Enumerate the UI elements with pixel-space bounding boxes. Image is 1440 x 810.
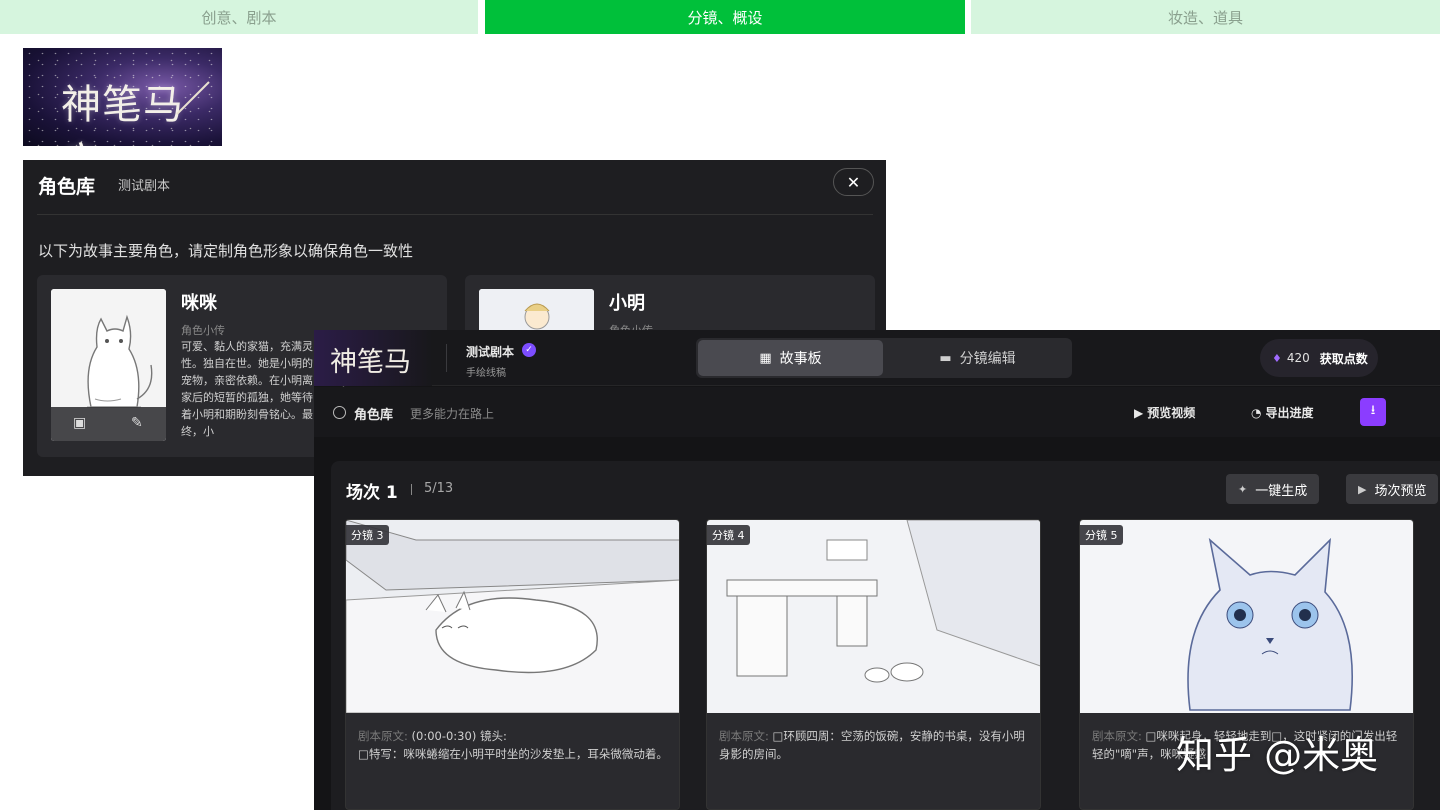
shot-badge: 分镜 4: [707, 525, 750, 545]
scene-title: 场次 1: [346, 483, 398, 503]
tab-shot-editor[interactable]: ▬ 分镜编辑: [885, 340, 1070, 376]
script-label: 剧本原文:: [1092, 729, 1142, 743]
shot-image: [707, 520, 1040, 713]
role-hint: 更多能力在路上: [410, 407, 495, 421]
replace-image-icon[interactable]: ▣: [73, 415, 86, 431]
brand-logo: 神笔马良: [23, 48, 222, 146]
character-image: ▣ ✎: [51, 289, 166, 441]
empty-room-sketch: [707, 520, 1040, 713]
edit-icon[interactable]: ✎: [131, 415, 143, 431]
tab-storyboard-label: 故事板: [779, 351, 822, 367]
script-label: 剧本原文:: [358, 729, 408, 743]
export-progress-label: 导出进度: [1265, 406, 1314, 420]
close-button[interactable]: ✕: [833, 168, 874, 196]
play-icon: ▶: [1358, 482, 1367, 496]
toolbar: 角色库 更多能力在路上 ▶ 预览视频 ◔ 导出进度 ⭳: [314, 387, 1440, 437]
panel-intro: 以下为故事主要角色，请定制角色形象以确保角色一致性: [38, 242, 414, 260]
generate-label: 一键生成: [1255, 483, 1308, 499]
shot-card[interactable]: 分镜 4 剧本原文: □环顾四周：空荡的饭碗，安静的书桌，没有小明身影的房间。: [706, 519, 1041, 810]
tab-makeup-props[interactable]: 妆造、道具: [971, 0, 1440, 34]
scene-preview-label: 场次预览: [1374, 483, 1427, 499]
brush-icon: [176, 81, 210, 115]
project-style: 手绘线稿: [466, 368, 506, 379]
header-divider: [446, 344, 447, 372]
points-value: 420: [1286, 351, 1310, 365]
verified-icon: ✓: [522, 343, 536, 357]
one-click-generate-button[interactable]: ✦ 一键生成: [1226, 474, 1320, 504]
points-widget[interactable]: ♦ 420 获取点数: [1260, 339, 1378, 377]
progress-icon: ◔: [1251, 406, 1262, 420]
shot-badge: 分镜 3: [346, 525, 389, 545]
sparkle-icon: ✦: [1238, 482, 1248, 496]
tab-shot-editor-label: 分镜编辑: [959, 351, 1016, 367]
top-tab-bar: 创意、剧本 分镜、概设 妆造、道具: [0, 0, 1440, 34]
sleeping-cat-sketch: [346, 520, 679, 713]
character-name: 咪咪: [181, 293, 217, 314]
tab-storyboard[interactable]: ▦ 故事板: [698, 340, 883, 376]
app-logo: 神笔马良: [314, 330, 432, 417]
shot-badge: 分镜 5: [1080, 525, 1123, 545]
character-name: 小明: [609, 293, 645, 314]
download-button[interactable]: ⭳: [1360, 398, 1386, 426]
shot-script-text: 剧本原文: □环顾四周：空荡的饭碗，安静的书桌，没有小明身影的房间。: [719, 727, 1031, 763]
divider: [37, 214, 873, 215]
list-icon: ▬: [939, 350, 952, 366]
script-label: 剧本原文:: [719, 729, 769, 743]
preview-video-button[interactable]: ▶ 预览视频: [1134, 404, 1195, 421]
scene-separator: [411, 484, 412, 495]
shot-card[interactable]: 分镜 3 剧本原文: (0:00-0:30) 镜头: □特写：咪咪蜷缩在小明平时…: [345, 519, 680, 810]
diamond-icon: ♦: [1272, 351, 1282, 365]
download-icon: ⭳: [1370, 403, 1376, 418]
scene-preview-button[interactable]: ▶ 场次预览: [1346, 474, 1439, 504]
shot-image: [1080, 520, 1413, 713]
app-header: 神笔马良 测试剧本 ✓ 手绘线稿 ▦ 故事板 ▬ 分镜编辑 ♦ 420 获取点数: [314, 330, 1440, 417]
scene-count: 5/13: [424, 481, 454, 496]
character-library-button[interactable]: 角色库: [354, 404, 393, 423]
watermark: 知乎 @米奥: [1176, 733, 1379, 777]
character-role-label: 角色小传: [181, 324, 225, 337]
close-icon: ✕: [846, 172, 861, 192]
view-mode-switch: ▦ 故事板 ▬ 分镜编辑: [696, 338, 1072, 378]
grid-icon: ▦: [759, 350, 772, 366]
panel-subtitle: 测试剧本: [118, 179, 171, 194]
get-points-button[interactable]: 获取点数: [1320, 350, 1368, 367]
export-progress-button[interactable]: ◔ 导出进度: [1251, 404, 1314, 421]
user-icon: [333, 406, 346, 419]
panel-title: 角色库: [38, 176, 96, 198]
project-name[interactable]: 测试剧本: [466, 343, 514, 360]
shot-image: [346, 520, 679, 713]
tab-storyboard-concept[interactable]: 分镜、概设: [485, 0, 965, 34]
shot-script-text: 剧本原文: (0:00-0:30) 镜头: □特写：咪咪蜷缩在小明平时坐的沙发垫…: [358, 727, 670, 763]
play-icon: ▶: [1134, 406, 1144, 420]
thumb-toolbar: ▣ ✎: [51, 407, 166, 441]
surprised-cat-sketch: [1080, 520, 1413, 713]
tab-ideas-script[interactable]: 创意、剧本: [0, 0, 478, 34]
character-description: 可爱、黏人的家猫，充满灵性。独自在世。她是小明的宠物，亲密依赖。在小明离家后的短…: [181, 340, 313, 438]
preview-video-label: 预览视频: [1147, 406, 1196, 420]
